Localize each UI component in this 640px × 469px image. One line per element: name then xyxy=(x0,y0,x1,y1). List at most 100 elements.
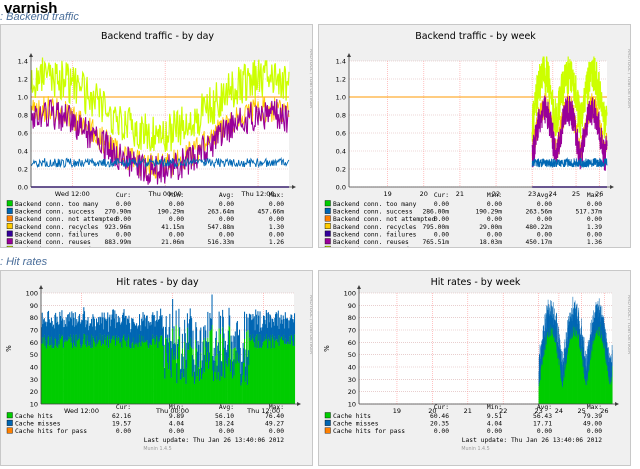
y-tick-label: 1.2 xyxy=(18,76,28,84)
bar-cache-misses xyxy=(164,368,166,379)
legend-stat: 0.00 xyxy=(487,231,502,238)
y-axis-arrow xyxy=(347,53,351,57)
x-tick-label: 24 xyxy=(555,407,563,415)
graph-hit-rates-day[interactable]: Hit rates - by day RRDTOOL / TOBI OETIKER… xyxy=(0,270,313,466)
legend-stat: 49.00 xyxy=(583,421,602,428)
legend-swatch xyxy=(6,207,13,214)
legend-stat: 0.00 xyxy=(269,231,284,238)
bar-cache-misses xyxy=(243,348,245,363)
legend-stat: 21.06m xyxy=(161,239,184,246)
legend-stat: 263.56m xyxy=(525,209,552,216)
legend-stat: 19.57 xyxy=(112,421,131,428)
bar-cache-misses xyxy=(181,333,183,349)
y-axis-label: % xyxy=(5,345,13,352)
bar-cache-misses xyxy=(227,330,229,358)
legend-stat: 0.00 xyxy=(434,216,449,223)
legend-stat: 0.00 xyxy=(116,428,131,435)
chart-title: Backend traffic - by week xyxy=(415,31,536,42)
y-tick-label: 0.4 xyxy=(18,148,28,156)
graph-hit-rates-week[interactable]: Hit rates - by week RRDTOOL / TOBI OETIKE… xyxy=(318,270,631,466)
legend-stat: 0.00 xyxy=(587,428,602,435)
bar-cache-misses xyxy=(194,364,196,380)
legend-label: Backend requests made xyxy=(333,247,413,248)
x-tick-label: 19 xyxy=(384,190,392,198)
bar-cache-misses xyxy=(107,312,109,335)
y-axis-arrow xyxy=(29,53,33,57)
bar-cache-misses xyxy=(200,327,202,353)
bar-cache-misses xyxy=(220,315,222,334)
legend-label: Backend requests made xyxy=(15,247,95,248)
bar-cache-misses xyxy=(229,315,231,327)
legend-stat: 41.15m xyxy=(161,224,184,231)
y-tick-label: 80 xyxy=(348,314,356,322)
bar-cache-misses xyxy=(203,326,205,341)
legend-stat: 9.89 xyxy=(169,413,184,420)
legend-stat: 0.00 xyxy=(169,216,184,223)
bar-cache-misses xyxy=(215,331,217,340)
bar-cache-misses xyxy=(599,304,601,325)
bar-cache-misses xyxy=(211,294,213,325)
legend-stat: 0.00 xyxy=(487,428,502,435)
bar-cache-misses xyxy=(248,350,250,366)
legend-swatch xyxy=(6,419,13,426)
legend-stat: 0.00 xyxy=(587,231,602,238)
chart-svg: Backend traffic - by week RRDTOOL / TOBI … xyxy=(324,31,631,248)
legend-stat: 190.29m xyxy=(475,209,502,216)
legend-label: Cache hits xyxy=(333,413,371,420)
chart-svg: Hit rates - by day RRDTOOL / TOBI OETIKER… xyxy=(5,277,312,452)
y-tick-label: 1.4 xyxy=(336,58,346,66)
bar-cache-misses xyxy=(217,342,219,373)
x-tick-label: 21 xyxy=(456,190,464,198)
legend-stat: 76.40 xyxy=(265,413,284,420)
bar-cache-misses xyxy=(174,344,176,360)
legend-stat: 4.04 xyxy=(487,421,502,428)
graph-backend-traffic-week[interactable]: Backend traffic - by week RRDTOOL / TOBI … xyxy=(318,24,631,248)
chart-side-label: RRDTOOL / TOBI OETIKER xyxy=(626,49,631,109)
chart-title: Hit rates - by week xyxy=(431,277,521,288)
chart-title: Hit rates - by day xyxy=(116,277,199,288)
legend-stat: 547.88m xyxy=(207,224,234,231)
graph-backend-traffic-day[interactable]: Backend traffic - by day RRDTOOL / TOBI O… xyxy=(0,24,313,248)
bar-cache-misses xyxy=(198,369,200,382)
bar-cache-misses xyxy=(239,347,241,374)
legend-stat: 795.00m xyxy=(422,224,449,231)
legend-stat: 765.51m xyxy=(422,239,449,246)
bar-cache-misses xyxy=(241,361,243,376)
bar-cache-misses xyxy=(576,303,578,326)
legend-label: Backend conn. not attempted xyxy=(333,216,436,223)
last-update: Last update: Thu Jan 26 13:40:06 2012 xyxy=(462,437,602,444)
legend-stat: 0.00 xyxy=(169,201,184,208)
legend-stat: 0.00 xyxy=(434,231,449,238)
y-tick-label: 80 xyxy=(30,314,38,322)
legend-label: Backend conn. too many xyxy=(333,201,417,208)
section-title-backend-traffic[interactable]: : Backend traffic xyxy=(0,11,79,23)
bar-cache-misses xyxy=(213,360,215,381)
bar-cache-misses xyxy=(219,350,221,381)
y-tick-label: 60 xyxy=(348,339,356,347)
y-tick-label: 50 xyxy=(348,351,356,359)
y-tick-label: 20 xyxy=(348,388,356,396)
y-axis-arrow xyxy=(39,285,43,289)
section-title-hit-rates[interactable]: : Hit rates xyxy=(0,256,47,268)
chart-side-label: RRDTOOL / TOBI OETIKER xyxy=(308,49,313,109)
legend-stat: 517.37m xyxy=(575,209,602,216)
legend-stat: 29.00m xyxy=(479,224,502,231)
legend-stat: 1.05 xyxy=(434,247,449,248)
x-tick-label: 19 xyxy=(393,407,401,415)
legend-stat: 49.27 xyxy=(265,421,284,428)
bar-cache-misses xyxy=(183,368,185,378)
legend-stat: 9.51 xyxy=(487,413,502,420)
bar-cache-misses xyxy=(179,327,181,337)
bar-cache-misses xyxy=(229,359,231,372)
y-tick-label: 100 xyxy=(26,290,38,298)
bar-cache-misses xyxy=(600,325,601,339)
x-axis-arrow xyxy=(615,402,619,406)
x-axis-arrow xyxy=(610,185,614,189)
y-tick-label: 90 xyxy=(30,302,38,310)
bar-cache-misses xyxy=(193,359,195,372)
legend-swatch xyxy=(324,223,331,230)
bar-cache-misses xyxy=(198,344,200,368)
legend-stat: 228.36m xyxy=(157,247,184,248)
bar-cache-misses xyxy=(233,359,235,376)
bar-cache-misses xyxy=(171,341,173,350)
